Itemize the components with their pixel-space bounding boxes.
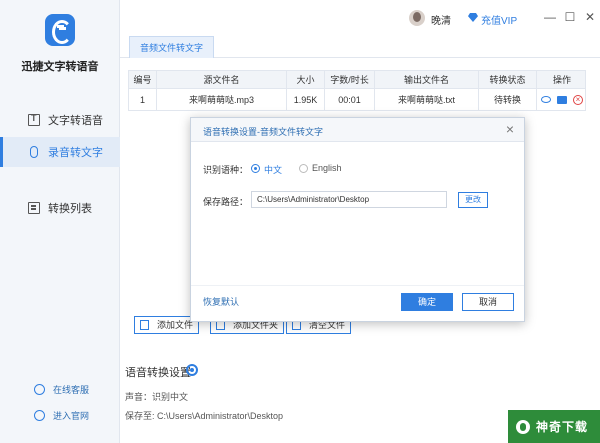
row-actions: × xyxy=(537,89,587,110)
text-icon xyxy=(28,113,40,126)
settings-dialog: 语音转换设置-音频文件转文字 × 识别语种： 中文 English 保存路径： … xyxy=(190,117,525,322)
settings-title: 语音转换设置 xyxy=(125,367,191,379)
file-size: 1.95K xyxy=(287,89,325,110)
column-header: 转换状态 xyxy=(479,71,537,88)
vip-recharge-button[interactable]: 充值VIP xyxy=(481,12,517,27)
file-plus-icon xyxy=(140,320,149,330)
language-label: 识别语种： xyxy=(203,165,249,175)
globe-icon xyxy=(34,410,45,421)
username[interactable]: 晚清 xyxy=(431,12,451,27)
folder-icon[interactable] xyxy=(557,95,567,104)
voice-setting-text: 声音：识别中文 xyxy=(125,392,189,402)
diamond-icon xyxy=(468,13,478,22)
tab-bar: 音频文件转文字 xyxy=(120,32,600,58)
row-index: 1 xyxy=(129,89,157,110)
radio-chinese-label[interactable]: 中文 xyxy=(264,163,282,176)
minimize-button[interactable]: — xyxy=(544,11,556,23)
path-label: 保存路径： xyxy=(203,197,249,207)
online-support-link[interactable]: 在线客服 xyxy=(0,383,120,396)
headset-icon xyxy=(34,384,45,395)
sidebar-item-text-to-speech[interactable]: 文字转语音 xyxy=(0,105,120,135)
app-name: 迅捷文字转语音 xyxy=(21,61,99,73)
sidebar: 迅捷文字转语音 文字转语音 录音转文字 转换列表 在线客服 进入官网 xyxy=(0,0,120,443)
app-logo-icon xyxy=(45,14,75,46)
sidebar-item-label: 转换列表 xyxy=(48,203,92,215)
official-site-link[interactable]: 进入官网 xyxy=(0,409,120,422)
close-window-button[interactable]: ✕ xyxy=(584,11,596,23)
sidebar-item-convert-list[interactable]: 转换列表 xyxy=(0,193,120,223)
table-row[interactable]: 1 来啊萌萌哒.mp3 1.95K 00:01 来啊萌萌哒.txt 待转换 × xyxy=(128,89,586,111)
column-header: 输出文件名 xyxy=(375,71,479,88)
sidebar-item-label: 录音转文字 xyxy=(48,147,103,159)
radio-english-label[interactable]: English xyxy=(312,163,342,173)
file-duration: 00:01 xyxy=(325,89,375,110)
watermark-logo-icon xyxy=(516,419,530,434)
add-file-label: 添加文件 xyxy=(157,320,194,330)
maximize-button[interactable]: ☐ xyxy=(564,11,576,23)
output-file-name: 来啊萌萌哒.txt xyxy=(375,89,479,110)
delete-icon[interactable]: × xyxy=(573,94,583,105)
official-site-label: 进入官网 xyxy=(53,411,90,421)
tab-audio-to-text[interactable]: 音频文件转文字 xyxy=(129,36,215,58)
dialog-close-icon[interactable]: × xyxy=(506,122,514,136)
save-path-input[interactable] xyxy=(251,191,447,208)
eye-icon[interactable] xyxy=(541,96,551,103)
source-file-name: 来啊萌萌哒.mp3 xyxy=(157,89,287,110)
online-support-label: 在线客服 xyxy=(53,385,90,395)
restore-default-link[interactable]: 恢复默认 xyxy=(203,295,239,308)
radio-chinese[interactable] xyxy=(251,164,260,173)
column-header: 源文件名 xyxy=(157,71,287,88)
change-path-button[interactable]: 更改 xyxy=(458,192,488,208)
radio-english[interactable] xyxy=(299,164,308,173)
watermark-text: 神奇下载 xyxy=(536,420,589,434)
list-icon xyxy=(28,202,40,214)
dialog-title: 语音转换设置-音频文件转文字 xyxy=(203,127,323,137)
cancel-button[interactable]: 取消 xyxy=(462,293,514,311)
dialog-header: 语音转换设置-音频文件转文字 × xyxy=(191,118,524,142)
settings-gear-icon[interactable] xyxy=(186,364,198,376)
site-watermark: 神奇下载 xyxy=(508,410,600,443)
microphone-icon xyxy=(30,146,38,158)
avatar[interactable] xyxy=(409,10,425,26)
column-header: 字数/时长 xyxy=(325,71,375,88)
convert-status: 待转换 xyxy=(479,89,537,110)
sidebar-item-audio-to-text[interactable]: 录音转文字 xyxy=(0,137,120,167)
file-table: 编号 源文件名 大小 字数/时长 输出文件名 转换状态 操作 1 来啊萌萌哒.m… xyxy=(128,70,586,111)
column-header: 大小 xyxy=(287,71,325,88)
confirm-button[interactable]: 确定 xyxy=(401,293,453,311)
sidebar-item-label: 文字转语音 xyxy=(48,115,103,127)
column-header: 操作 xyxy=(552,75,571,85)
title-bar: 晚清 充值VIP — ☐ ✕ xyxy=(120,0,600,32)
column-header: 编号 xyxy=(129,71,157,88)
save-path-text: 保存至: C:\Users\Administrator\Desktop xyxy=(125,411,284,421)
table-header: 编号 源文件名 大小 字数/时长 输出文件名 转换状态 操作 xyxy=(128,70,586,89)
